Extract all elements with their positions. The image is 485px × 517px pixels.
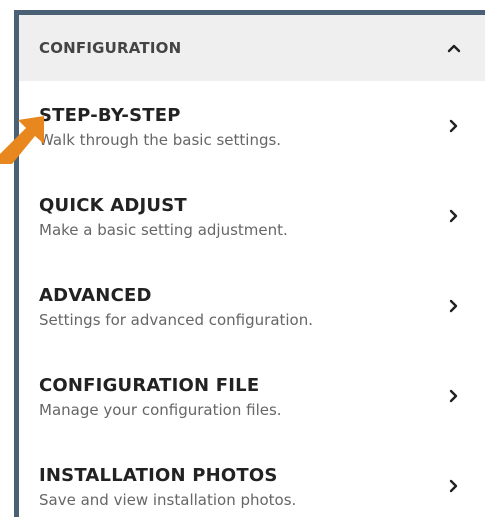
menu-item-description: Settings for advanced configuration.	[39, 311, 314, 329]
menu-item-description: Walk through the basic settings.	[39, 131, 282, 149]
chevron-right-icon[interactable]	[443, 205, 465, 227]
menu-item-title: CONFIGURATION FILE	[39, 375, 260, 396]
menu-item-description: Save and view installation photos.	[39, 491, 297, 509]
chevron-right-icon[interactable]	[443, 115, 465, 137]
menu-item-configuration-file[interactable]: CONFIGURATION FILE Manage your configura…	[19, 351, 485, 441]
chevron-right-icon[interactable]	[443, 295, 465, 317]
menu-item-installation-photos[interactable]: INSTALLATION PHOTOS Save and view instal…	[19, 441, 485, 517]
menu-item-title: ADVANCED	[39, 285, 152, 306]
configuration-menu-list: STEP-BY-STEP Walk through the basic sett…	[19, 81, 485, 517]
menu-item-title: INSTALLATION PHOTOS	[39, 465, 278, 486]
panel-title: CONFIGURATION	[39, 39, 182, 57]
chevron-right-icon[interactable]	[443, 385, 465, 407]
chevron-right-icon[interactable]	[443, 475, 465, 497]
menu-item-title: STEP-BY-STEP	[39, 105, 181, 126]
chevron-up-icon[interactable]	[443, 37, 465, 59]
configuration-panel-header[interactable]: CONFIGURATION	[19, 15, 485, 81]
menu-item-advanced[interactable]: ADVANCED Settings for advanced configura…	[19, 261, 485, 351]
configuration-panel: CONFIGURATION STEP-BY-STEP Walk through …	[14, 10, 485, 517]
menu-item-quick-adjust[interactable]: QUICK ADJUST Make a basic setting adjust…	[19, 171, 485, 261]
menu-item-step-by-step[interactable]: STEP-BY-STEP Walk through the basic sett…	[19, 81, 485, 171]
menu-item-description: Manage your configuration files.	[39, 401, 282, 419]
menu-item-description: Make a basic setting adjustment.	[39, 221, 288, 239]
menu-item-title: QUICK ADJUST	[39, 195, 187, 216]
